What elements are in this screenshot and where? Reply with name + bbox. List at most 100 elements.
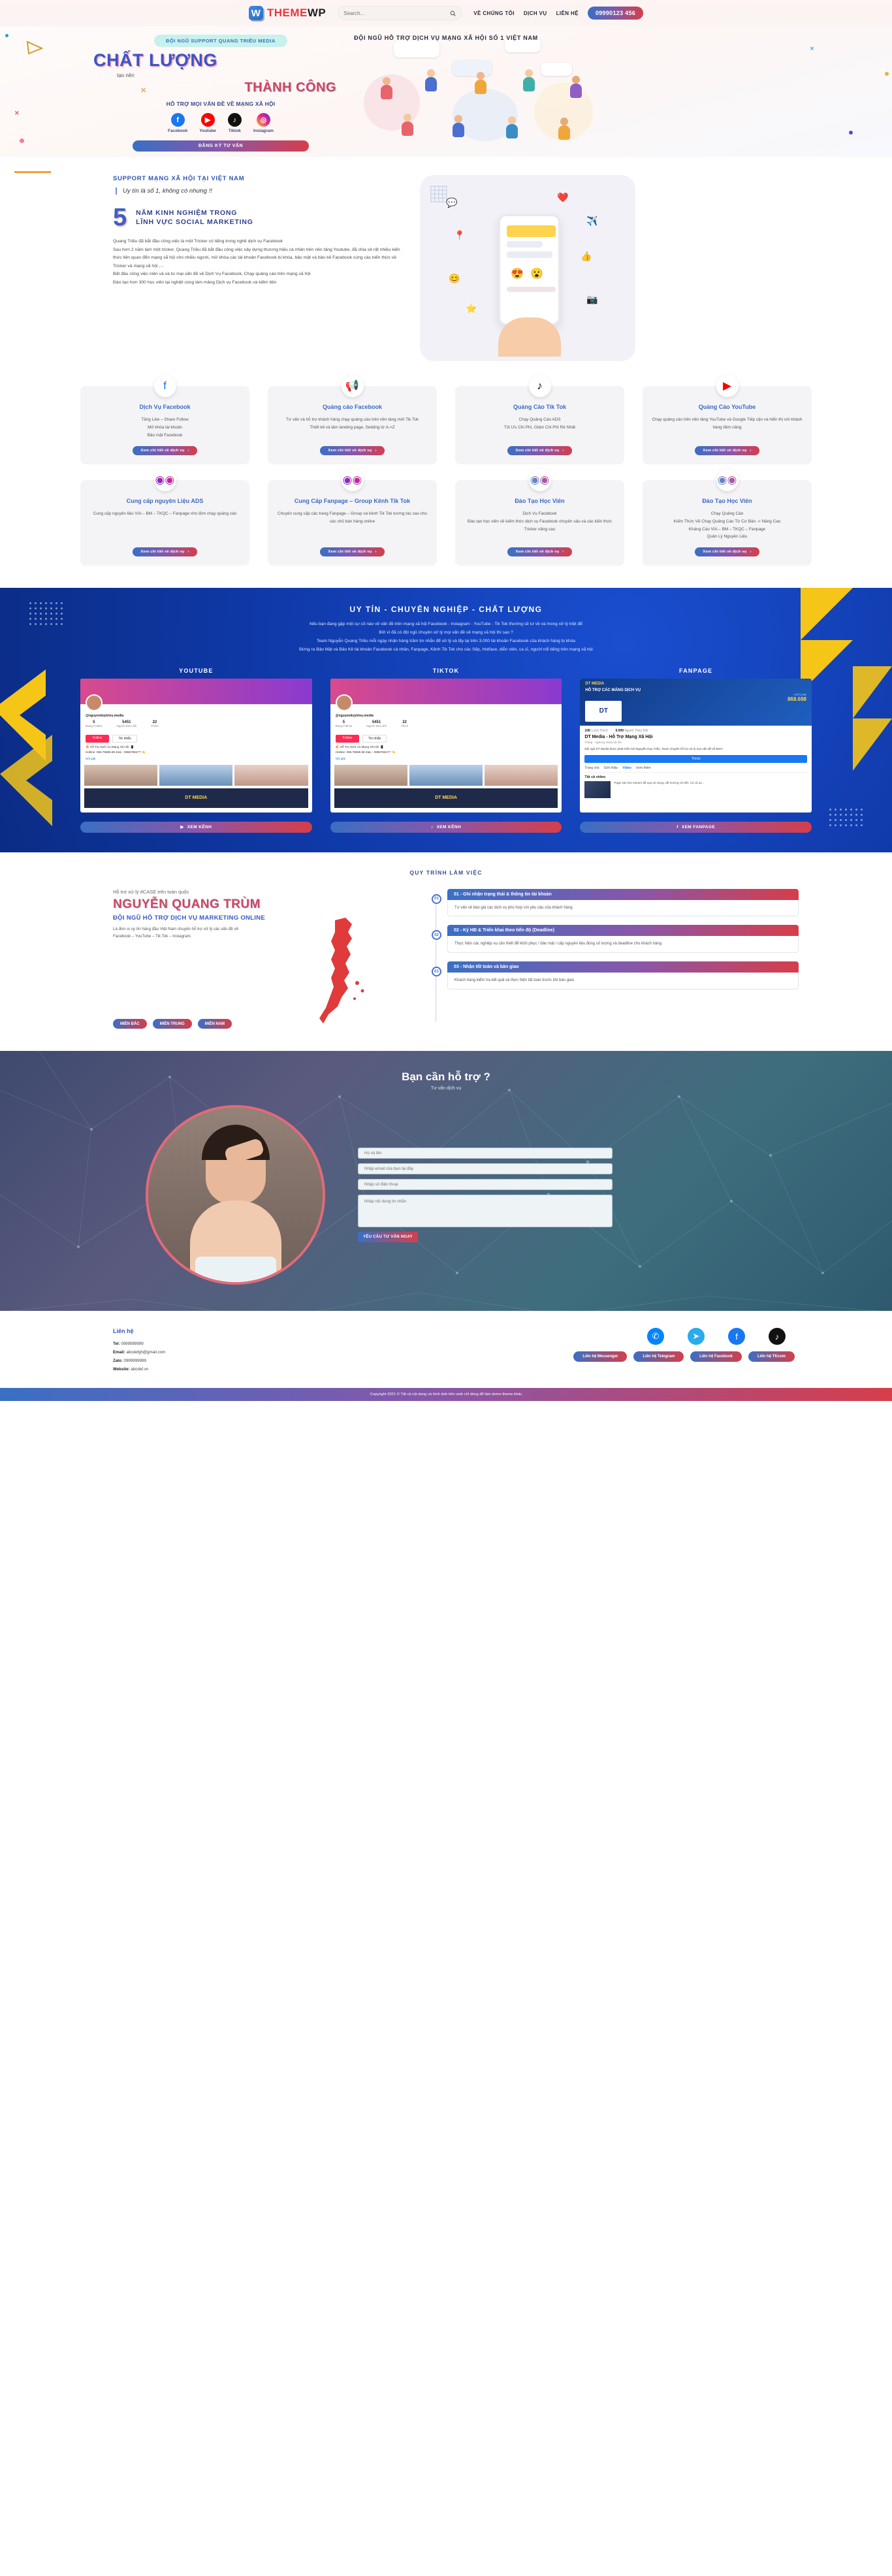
tab-about[interactable]: Giới thiệu: [604, 766, 618, 770]
nav-item-about[interactable]: VỀ CHÚNG TÔI: [473, 10, 515, 16]
youtube-profile-card: @nguyenduytrieu.media 5 Đang Follow 5451…: [80, 678, 312, 813]
service-detail-button[interactable]: Xem chi tiết về dịch vụ ›: [133, 547, 197, 557]
contact-tiktok-button[interactable]: Liên hệ TKcom: [748, 1351, 795, 1362]
star-icon: ⭐: [466, 303, 477, 314]
logo[interactable]: W THEMEWP: [248, 6, 326, 20]
service-detail-button[interactable]: Xem chi tiết về dịch vụ ›: [695, 445, 759, 455]
footer-social-buttons: Liên hệ Messenger Liên hệ Telegram Liên …: [573, 1351, 799, 1362]
submit-button[interactable]: YÊU CẦU TƯ VẤN NGAY: [358, 1232, 418, 1243]
footer-label: Zalo:: [113, 1359, 123, 1364]
region-south-button[interactable]: MIỀN NAM: [197, 1019, 232, 1029]
service-detail-button[interactable]: Xem chi tiết về dịch vụ ›: [320, 547, 385, 557]
service-card[interactable]: 📢 Quảng cáo Facebook Tư vấn và hỗ trợ kh…: [268, 375, 437, 464]
contact-telegram-button[interactable]: Liên hệ Telegram: [633, 1351, 684, 1362]
band-paragraph-2: Bởi vì đã có đội ngũ chuyên xử lý mọi vấ…: [379, 630, 513, 636]
dots-decor-right: [829, 808, 863, 826]
service-detail-button[interactable]: Xem chi tiết về dịch vụ ›: [507, 445, 572, 455]
landing-page: W THEMEWP VỀ CHÚNG TÔI DỊCH VỤ LIÊN HỆ 0…: [0, 0, 892, 1402]
channel-heading-youtube: YOUTUBE: [179, 667, 214, 674]
channel-heading-tiktok: TIKTOK: [432, 667, 460, 674]
facebook-icon[interactable]: f: [728, 1328, 745, 1345]
contact-facebook-button[interactable]: Liên hệ Facebook: [690, 1351, 742, 1362]
service-desc: Chuyên cung cấp các trang Fanpage – Grou…: [278, 511, 427, 524]
search-input[interactable]: [343, 10, 442, 16]
tab-video[interactable]: Video: [622, 766, 631, 770]
service-card[interactable]: ♪ Quảng Cáo Tik Tok Chạy Quảng Cáo ADS T…: [455, 375, 624, 464]
contact-messenger-button[interactable]: Liên hệ Messenger: [573, 1351, 628, 1362]
service-card[interactable]: ◉◉ Đào Tạo Học Viên Dịch Vụ Facebook Đào…: [455, 468, 624, 566]
phone-field[interactable]: [358, 1179, 613, 1191]
view-youtube-channel-button[interactable]: ▶ XEM KÊNH: [80, 821, 312, 833]
process-kicker: Hỗ trợ xử lý #CASE trên toàn quốc: [113, 888, 189, 895]
message-field[interactable]: [358, 1195, 613, 1228]
chevron-right-icon: ›: [375, 448, 377, 453]
hand-illustration: [498, 317, 561, 357]
band-title: UY TÍN - CHUYÊN NGHIỆP - CHẤT LƯỢNG: [349, 605, 543, 615]
service-detail-button[interactable]: Xem chi tiết về dịch vụ ›: [507, 547, 572, 557]
tiktok-icon[interactable]: ♪: [227, 113, 242, 127]
facebook-ads-icon: 📢: [341, 375, 364, 397]
message-button[interactable]: Tin nhắn: [362, 734, 387, 743]
camera-icon: 📷: [586, 294, 598, 304]
band-paragraph-3: Team Nguyễn Quang Triều mỗi ngày nhận hà…: [317, 638, 575, 643]
vietnam-map: [319, 917, 364, 1023]
service-card[interactable]: ◉◉ Cung Cấp Fanpage – Group Kênh Tik Tok…: [268, 468, 437, 566]
service-detail-button[interactable]: Xem chi tiết về dịch vụ ›: [320, 445, 385, 455]
view-tiktok-channel-button[interactable]: ♪ XEM KÊNH: [330, 821, 562, 833]
name-field[interactable]: [358, 1148, 613, 1159]
profile-bio-2: Hotline: 086.78686.98 Zalo : 0986786277 …: [86, 750, 146, 754]
footer-value: abcdef.vn: [131, 1367, 149, 1372]
social-youtube[interactable]: ▶ Youtube: [199, 113, 216, 133]
search-icon[interactable]: [450, 10, 456, 16]
site-header: W THEMEWP VỀ CHÚNG TÔI DỊCH VỤ LIÊN HỆ 0…: [0, 0, 892, 26]
service-card[interactable]: f Dịch Vụ Facebook Tăng Like – Share Fol…: [80, 375, 249, 464]
hero-cta-button[interactable]: ĐĂNG KÝ TƯ VẤN: [133, 140, 309, 152]
follow-label: Lượt Thích: [591, 728, 608, 733]
phone-button[interactable]: 09990123 456: [587, 7, 644, 20]
follow-button[interactable]: Follow: [335, 734, 360, 743]
instagram-icon[interactable]: ◎: [256, 113, 270, 127]
service-detail-button[interactable]: Xem chi tiết về dịch vụ ›: [133, 445, 197, 455]
email-field[interactable]: [358, 1163, 613, 1175]
avatar: [335, 694, 353, 711]
fanpage-profile-card: DT MEDIA HỖ TRỢ CÁC MẢNG DỊCH VỤ HOTLINE…: [580, 678, 812, 813]
message-button[interactable]: Tin nhắn: [112, 734, 137, 743]
follow-button[interactable]: Follow: [86, 734, 110, 743]
nav-item-services[interactable]: DỊCH VỤ: [524, 10, 547, 16]
service-detail-button[interactable]: Xem chi tiết về dịch vụ ›: [695, 547, 759, 557]
social-label: Facebook: [168, 129, 188, 133]
service-card[interactable]: ◉◉ Đào Tạo Học Viên Chạy Quảng Cáo Kiếm …: [643, 468, 812, 566]
search-box[interactable]: [338, 6, 462, 20]
stat-label: Thích: [151, 724, 159, 728]
social-instagram[interactable]: ◎ Instagram: [253, 113, 274, 133]
training-icon: ◉◉: [528, 468, 551, 491]
fanpage-icon: ◉◉: [341, 468, 364, 491]
profile-link[interactable]: Nổi giải: [86, 757, 95, 762]
person-2: [425, 69, 437, 91]
region-central-button[interactable]: MIỀN TRUNG: [152, 1019, 192, 1029]
service-button-label: Xem chi tiết về dịch vụ: [515, 448, 560, 453]
profile-bio-1: 🔥 Hỗ Trợ Dịch Vụ Mạng Xã Hội 📲: [335, 745, 384, 749]
facebook-icon[interactable]: f: [170, 113, 185, 127]
view-fanpage-button[interactable]: f XEM FANPAGE: [580, 821, 812, 833]
tiktok-icon[interactable]: ♪: [769, 1328, 786, 1345]
youtube-icon[interactable]: ▶: [200, 113, 215, 127]
profile-link[interactable]: Nổi giải: [336, 757, 345, 762]
about-kicker: SUPPORT MẠNG XÃ HỘI TẠI VIỆT NAM: [113, 175, 245, 182]
social-tiktok[interactable]: ♪ Tiktok: [227, 113, 242, 133]
nav-item-contact[interactable]: LIÊN HỆ: [556, 10, 579, 16]
messenger-icon[interactable]: ✆: [647, 1328, 664, 1345]
service-title: Đào Tạo Học Viên: [702, 497, 752, 504]
stat-label: Đang Follow: [335, 724, 353, 728]
service-desc: Cung cấp nguyên liệu VIA – BM – TKQC – F…: [93, 511, 237, 516]
main-nav: VỀ CHÚNG TÔI DỊCH VỤ LIÊN HỆ 09990123 45…: [473, 7, 644, 20]
tab-home[interactable]: Trang chủ: [584, 766, 599, 770]
region-north-button[interactable]: MIỀN BẮC: [113, 1019, 147, 1029]
telegram-icon[interactable]: ➤: [688, 1328, 705, 1345]
service-card[interactable]: ▶ Quảng Cáo YouTube Chạy quảng cáo trên …: [643, 375, 812, 464]
stat-label: Người theo dõi: [116, 724, 137, 728]
tab-more[interactable]: Xem thêm: [636, 766, 651, 770]
like-button[interactable]: Thích: [584, 754, 807, 763]
social-facebook[interactable]: f Facebook: [168, 113, 187, 133]
service-card[interactable]: ◉◉ Cung cấp nguyên Liệu ADS Cung cấp ngu…: [80, 468, 249, 566]
